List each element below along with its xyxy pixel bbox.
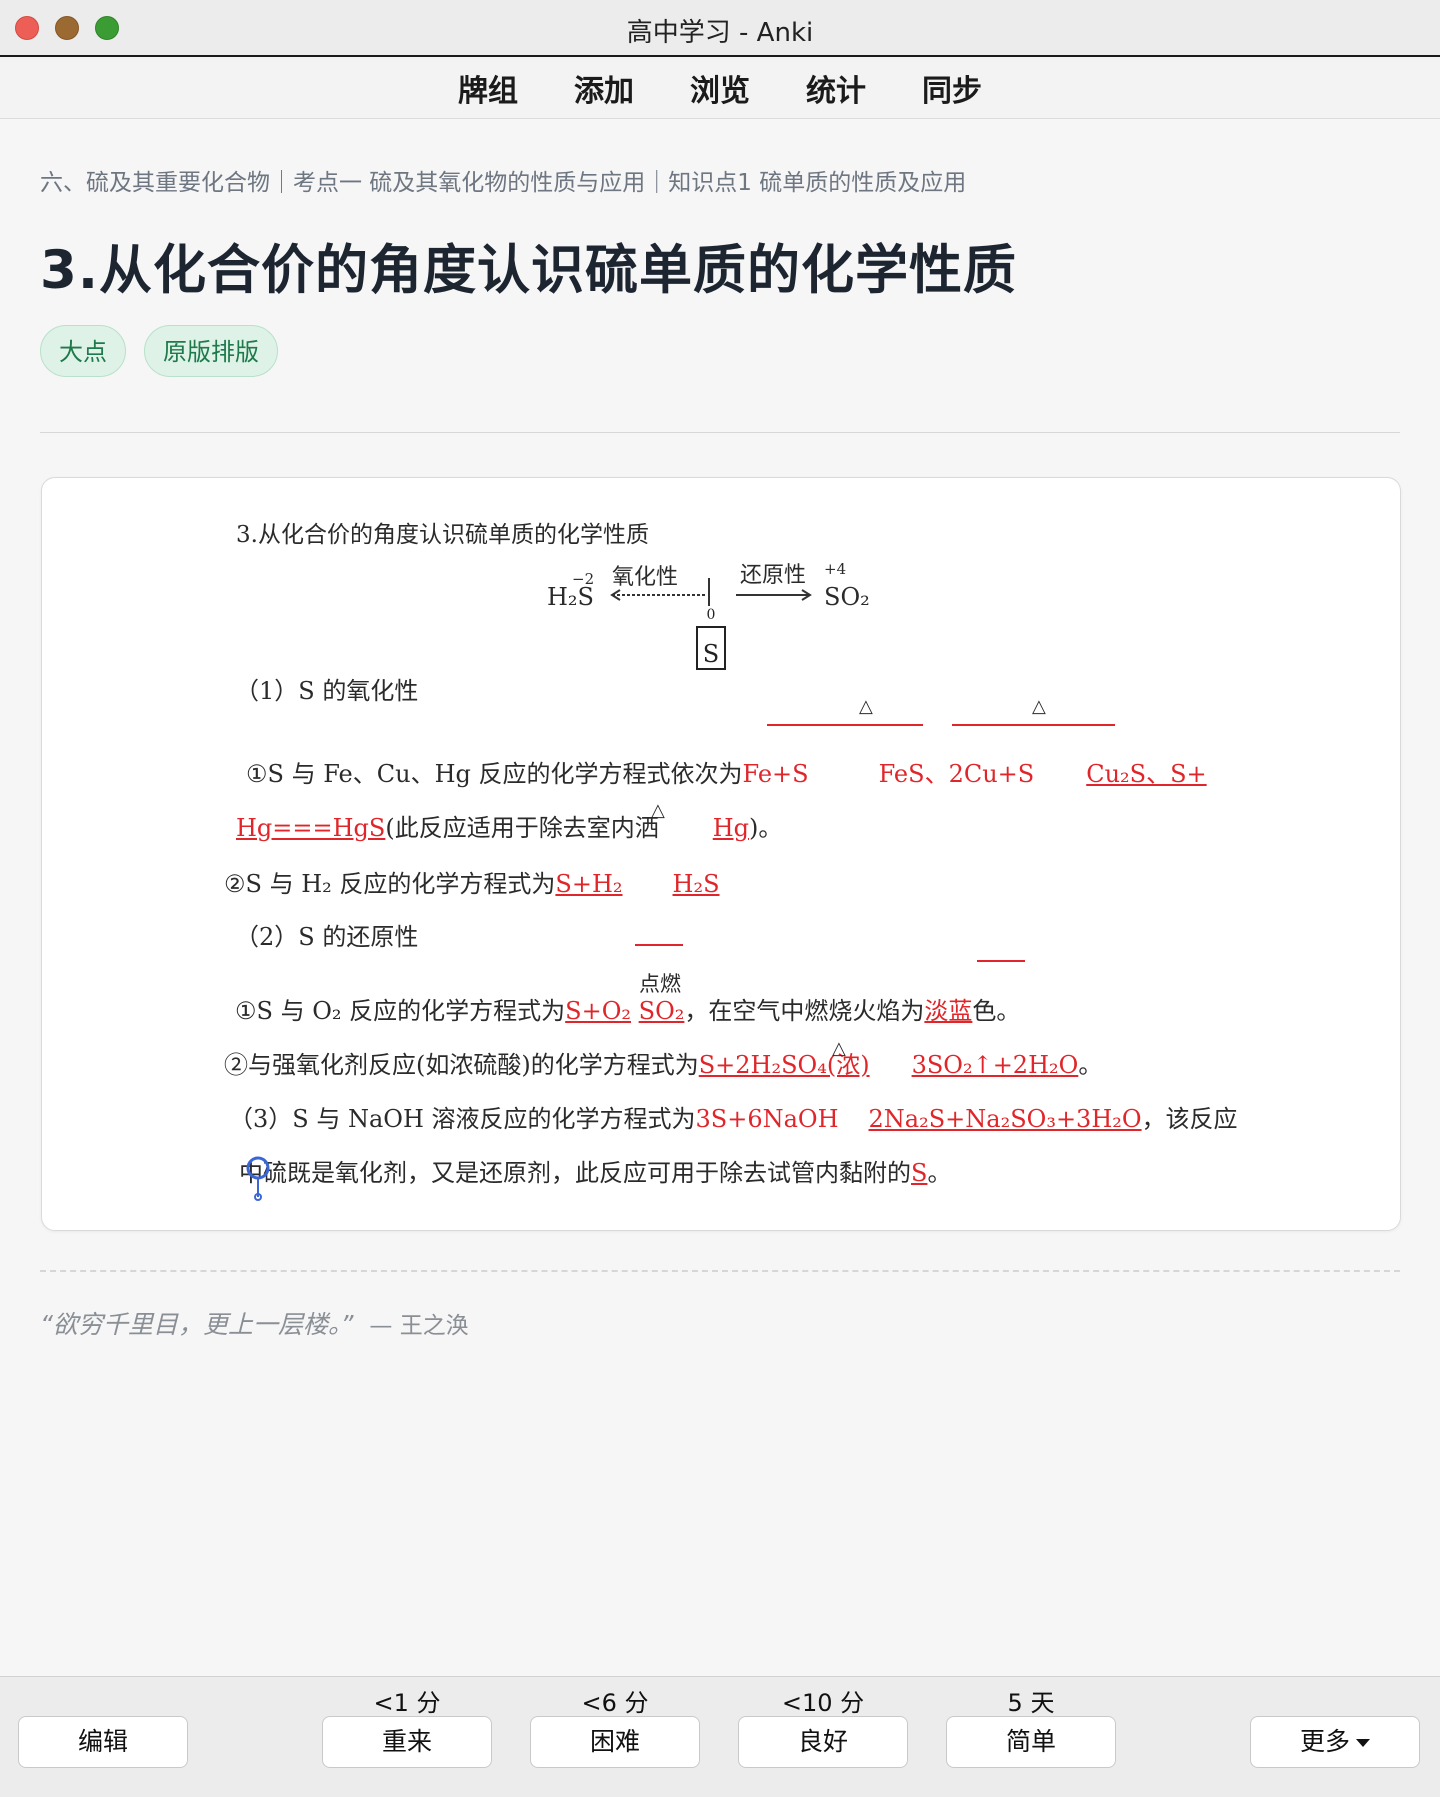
- nav-decks[interactable]: 牌组: [458, 66, 518, 110]
- nav-browse[interactable]: 浏览: [690, 66, 750, 110]
- section-3-line-2: 中硫既是氧化剂，又是还原剂，此反应可用于除去试管内黏附的S。: [239, 1159, 952, 1187]
- more-button-label: 更多: [1299, 1727, 1350, 1756]
- easy-interval: 5 天: [1007, 1689, 1055, 1717]
- section-1-line-3: ②S 与 H₂ 反应的化学方程式为S+H₂ H₂S: [224, 870, 720, 898]
- breadcrumb: 六、硫及其重要化合物｜考点一 硫及其氧化物的性质与应用｜知识点1 硫单质的性质及…: [40, 170, 967, 196]
- tag-list: 大点 原版排版: [40, 325, 278, 377]
- answer-blank-line: [952, 724, 1115, 726]
- diagram-left-arrow: [610, 589, 706, 601]
- hard-interval: <6 分: [581, 1689, 649, 1717]
- window-title-bar: 高中学习 - Anki: [0, 0, 1440, 57]
- quote-text: “欲穷千里目，更上一层楼。”: [40, 1310, 354, 1339]
- again-button[interactable]: 重来: [322, 1716, 492, 1768]
- diagram-right-species: SO₂: [824, 583, 870, 611]
- diagram-center-tick: [708, 578, 710, 606]
- diagram-center-valence: 0: [706, 607, 716, 623]
- card-content-image: 3.从化合价的角度认识硫单质的化学性质 H₂S −2 氧化性 还原性 +4 SO…: [41, 477, 1401, 1231]
- magnifier-icon: [246, 1156, 270, 1201]
- window-title: 高中学习 - Anki: [626, 18, 814, 48]
- nav-stats[interactable]: 统计: [806, 66, 866, 110]
- nav-add[interactable]: 添加: [574, 66, 634, 110]
- diagram-right-arrow-label: 还原性: [740, 563, 807, 588]
- section-1-line-2: Hg===HgS(此反应适用于除去室内洒 Hg)。: [236, 814, 783, 842]
- heat-condition-mark: △: [1032, 696, 1046, 717]
- review-bottom-bar: 编辑 <1 分 重来 <6 分 困难 <10 分 良好 5 天 简单 更多: [0, 1676, 1440, 1797]
- edit-button[interactable]: 编辑: [18, 1716, 188, 1768]
- again-interval: <1 分: [373, 1689, 441, 1717]
- section-2-heading: （2）S 的还原性: [235, 923, 419, 951]
- diagram-left-valence: −2: [572, 570, 595, 588]
- diagram-right-valence: +4: [824, 560, 847, 578]
- tag-badge: 原版排版: [144, 325, 278, 377]
- heat-condition-mark: △: [859, 696, 873, 717]
- chevron-down-icon: [1356, 1739, 1370, 1747]
- quote-author: — 王之涣: [369, 1313, 469, 1339]
- quote-separator: [40, 1270, 1400, 1272]
- good-button[interactable]: 良好: [738, 1716, 908, 1768]
- section-1-line-1: ①S 与 Fe、Cu、Hg 反应的化学方程式依次为Fe+S FeS、2Cu+S Cu…: [246, 760, 1207, 788]
- more-button[interactable]: 更多: [1250, 1716, 1420, 1768]
- diagram-center-box: 0 S: [696, 608, 726, 670]
- easy-button[interactable]: 简单: [946, 1716, 1116, 1768]
- answer-blank-line: [635, 944, 683, 946]
- section-1-heading: （1）S 的氧化性: [235, 677, 419, 705]
- diagram-center-species: S: [702, 640, 720, 668]
- nav-sync[interactable]: 同步: [922, 66, 982, 110]
- section-3-line-1: （3）S 与 NaOH 溶液反应的化学方程式为3S+6NaOH 2Na₂S+Na₂…: [229, 1105, 1238, 1133]
- heat-condition-mark: △: [832, 1038, 846, 1059]
- section-2-line-2: ②与强氧化剂反应(如浓硫酸)的化学方程式为S+2H₂SO₄(浓) 3SO₂↑+2H…: [224, 1051, 1103, 1079]
- hard-button[interactable]: 困难: [530, 1716, 700, 1768]
- good-interval: <10 分: [781, 1689, 865, 1717]
- footer-quote: “欲穷千里目，更上一层楼。” — 王之涣: [40, 1305, 469, 1341]
- tag-badge: 大点: [40, 325, 126, 377]
- card-heading: 3.从化合价的角度认识硫单质的化学性质: [236, 522, 649, 548]
- main-toolbar: 牌组 添加 浏览 统计 同步: [0, 57, 1440, 119]
- heat-condition-mark: △: [651, 800, 665, 821]
- diagram-left-arrow-label: 氧化性: [612, 565, 679, 590]
- page-title: 3.从化合价的角度认识硫单质的化学性质: [40, 240, 1018, 301]
- header-divider: [40, 432, 1400, 433]
- section-2-line-1: ①S 与 O₂ 反应的化学方程式为S+O₂ SO₂，在空气中燃烧火焰为淡蓝色。: [235, 997, 1021, 1025]
- answer-blank-line: [977, 960, 1025, 962]
- diagram-right-arrow: [736, 589, 812, 601]
- answer-blank-line: [767, 724, 923, 726]
